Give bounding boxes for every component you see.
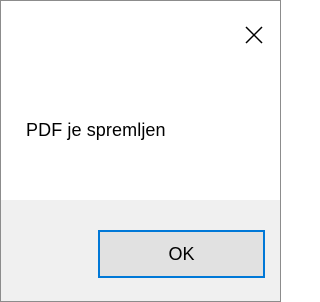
message-dialog: PDF je spremljen OK [0,0,281,302]
close-icon [245,26,263,44]
dialog-footer: OK [1,200,280,301]
dialog-content: PDF je spremljen [1,73,280,200]
title-bar [1,1,280,73]
ok-button[interactable]: OK [98,230,265,278]
close-button[interactable] [234,15,274,55]
dialog-message: PDF je spremljen [26,120,166,140]
